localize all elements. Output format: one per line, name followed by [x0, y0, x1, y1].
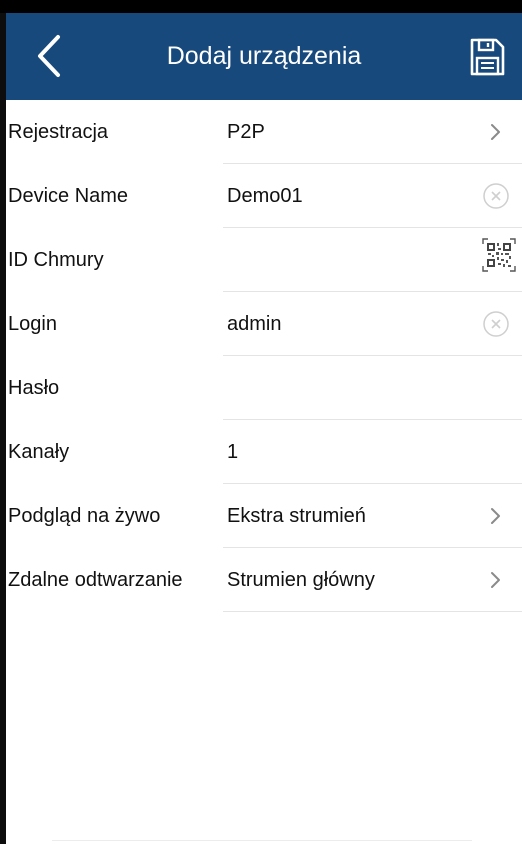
live-view-row[interactable]: Podgląd na żywo Ekstra strumień: [6, 484, 522, 548]
registration-value[interactable]: P2P: [227, 100, 265, 164]
device-form: Rejestracja P2P Device Name Demo01 ID Ch…: [6, 100, 522, 612]
chevron-right-icon[interactable]: [490, 122, 502, 142]
clear-icon[interactable]: [482, 182, 510, 210]
device-name-row: Device Name Demo01: [6, 164, 522, 228]
floppy-disk-icon: [470, 38, 505, 76]
live-view-label: Podgląd na żywo: [8, 505, 161, 527]
channels-label: Kanały: [8, 441, 70, 463]
playback-label: Zdalne odtwarzanie: [8, 569, 183, 591]
status-bar: [0, 0, 522, 13]
playback-value[interactable]: Strumien główny: [227, 548, 375, 612]
channels-row: Kanały 1: [6, 420, 522, 484]
save-button[interactable]: [468, 37, 506, 77]
playback-row[interactable]: Zdalne odtwarzanie Strumien główny: [6, 548, 522, 612]
qr-code-icon[interactable]: [482, 238, 516, 272]
registration-row[interactable]: Rejestracja P2P: [6, 100, 522, 164]
channels-input[interactable]: 1: [227, 420, 238, 484]
login-row: Login admin: [6, 292, 522, 356]
password-row: Hasło: [6, 356, 522, 420]
bottom-divider: [52, 840, 472, 841]
password-label: Hasło: [8, 377, 60, 399]
app-header: Dodaj urządzenia: [6, 13, 522, 100]
registration-label: Rejestracja: [8, 121, 109, 143]
live-view-value[interactable]: Ekstra strumień: [227, 484, 366, 548]
chevron-right-icon[interactable]: [490, 506, 502, 526]
cloud-id-label: ID Chmury: [8, 249, 104, 271]
cloud-id-row: ID Chmury: [6, 228, 522, 292]
chevron-right-icon[interactable]: [490, 570, 502, 590]
login-input[interactable]: admin: [227, 292, 281, 356]
login-label: Login: [8, 313, 57, 335]
device-name-input[interactable]: Demo01: [227, 164, 303, 228]
clear-icon[interactable]: [482, 310, 510, 338]
page-title: Dodaj urządzenia: [166, 42, 362, 70]
device-name-label: Device Name: [8, 185, 129, 207]
